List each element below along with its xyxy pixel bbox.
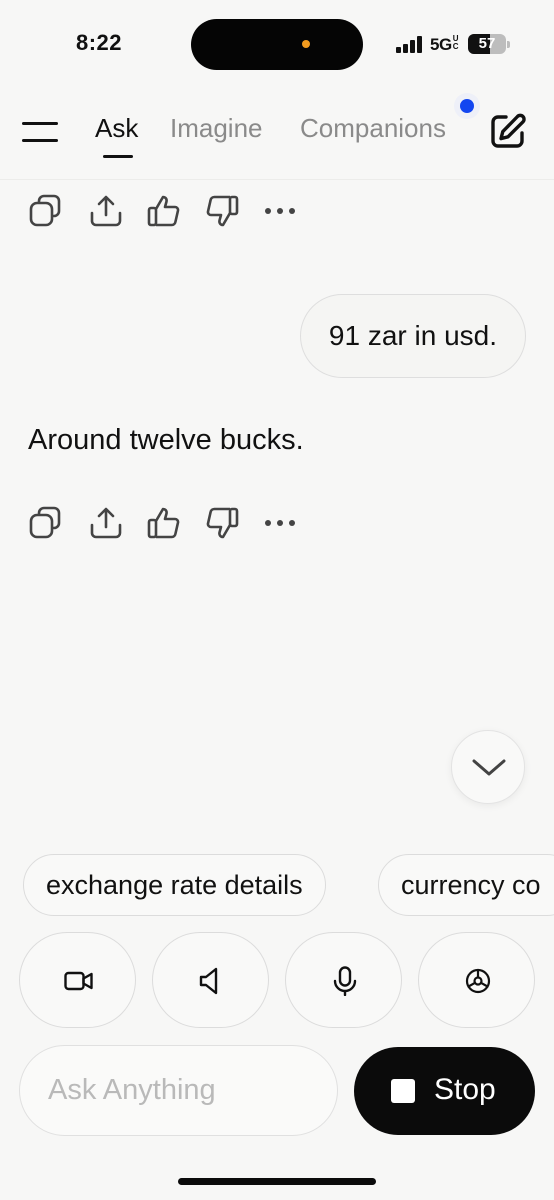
notification-dot [454, 93, 480, 119]
network-suffix: UC [452, 34, 459, 51]
network-type: 5GUC [430, 35, 460, 55]
settings-mode-button[interactable] [418, 932, 535, 1028]
status-time: 8:22 [76, 30, 123, 55]
speaker-icon [199, 967, 218, 995]
copy-icon[interactable] [28, 505, 64, 541]
message-actions-previous [28, 193, 308, 229]
network-label: 5G [430, 35, 452, 54]
header-divider [0, 179, 554, 180]
battery-level: 57 [478, 35, 496, 52]
edit-icon[interactable] [489, 112, 527, 150]
dynamic-island [191, 19, 363, 70]
copy-icon[interactable] [28, 193, 64, 229]
thumbs-up-icon[interactable] [146, 193, 182, 229]
battery-icon: 57 [468, 34, 510, 54]
thumbs-up-icon[interactable] [146, 505, 182, 541]
thumbs-down-icon[interactable] [204, 193, 240, 229]
voice-mode-button[interactable] [152, 932, 269, 1028]
home-indicator [178, 1178, 376, 1185]
privacy-indicator-dot [302, 40, 310, 48]
scroll-to-bottom-button[interactable] [451, 730, 525, 804]
video-icon [64, 971, 93, 991]
more-icon[interactable] [264, 193, 300, 229]
ask-input[interactable] [19, 1045, 338, 1136]
chevron-down-icon [472, 759, 506, 776]
microphone-icon [333, 966, 357, 996]
stop-button[interactable]: Stop [354, 1047, 535, 1135]
cellular-signal-icon [396, 36, 422, 53]
more-icon[interactable] [264, 505, 300, 541]
suggestion-chip[interactable]: exchange rate details [23, 854, 326, 916]
active-tab-indicator [103, 155, 133, 158]
message-actions [28, 505, 308, 541]
share-icon[interactable] [88, 193, 124, 229]
tab-imagine[interactable]: Imagine [170, 113, 263, 144]
tab-ask[interactable]: Ask [95, 113, 138, 144]
dictation-button[interactable] [285, 932, 402, 1028]
thumbs-down-icon[interactable] [204, 505, 240, 541]
menu-icon[interactable] [22, 120, 60, 146]
assistant-message: Around twelve bucks. [28, 424, 304, 456]
stop-icon [391, 1079, 415, 1103]
tab-companions[interactable]: Companions [300, 113, 446, 144]
settings-icon [465, 968, 491, 994]
stop-label: Stop [434, 1073, 496, 1106]
video-mode-button[interactable] [19, 932, 136, 1028]
suggestion-chip[interactable]: currency co [378, 854, 554, 916]
share-icon[interactable] [88, 505, 124, 541]
user-message-bubble: 91 zar in usd. [299, 294, 526, 378]
